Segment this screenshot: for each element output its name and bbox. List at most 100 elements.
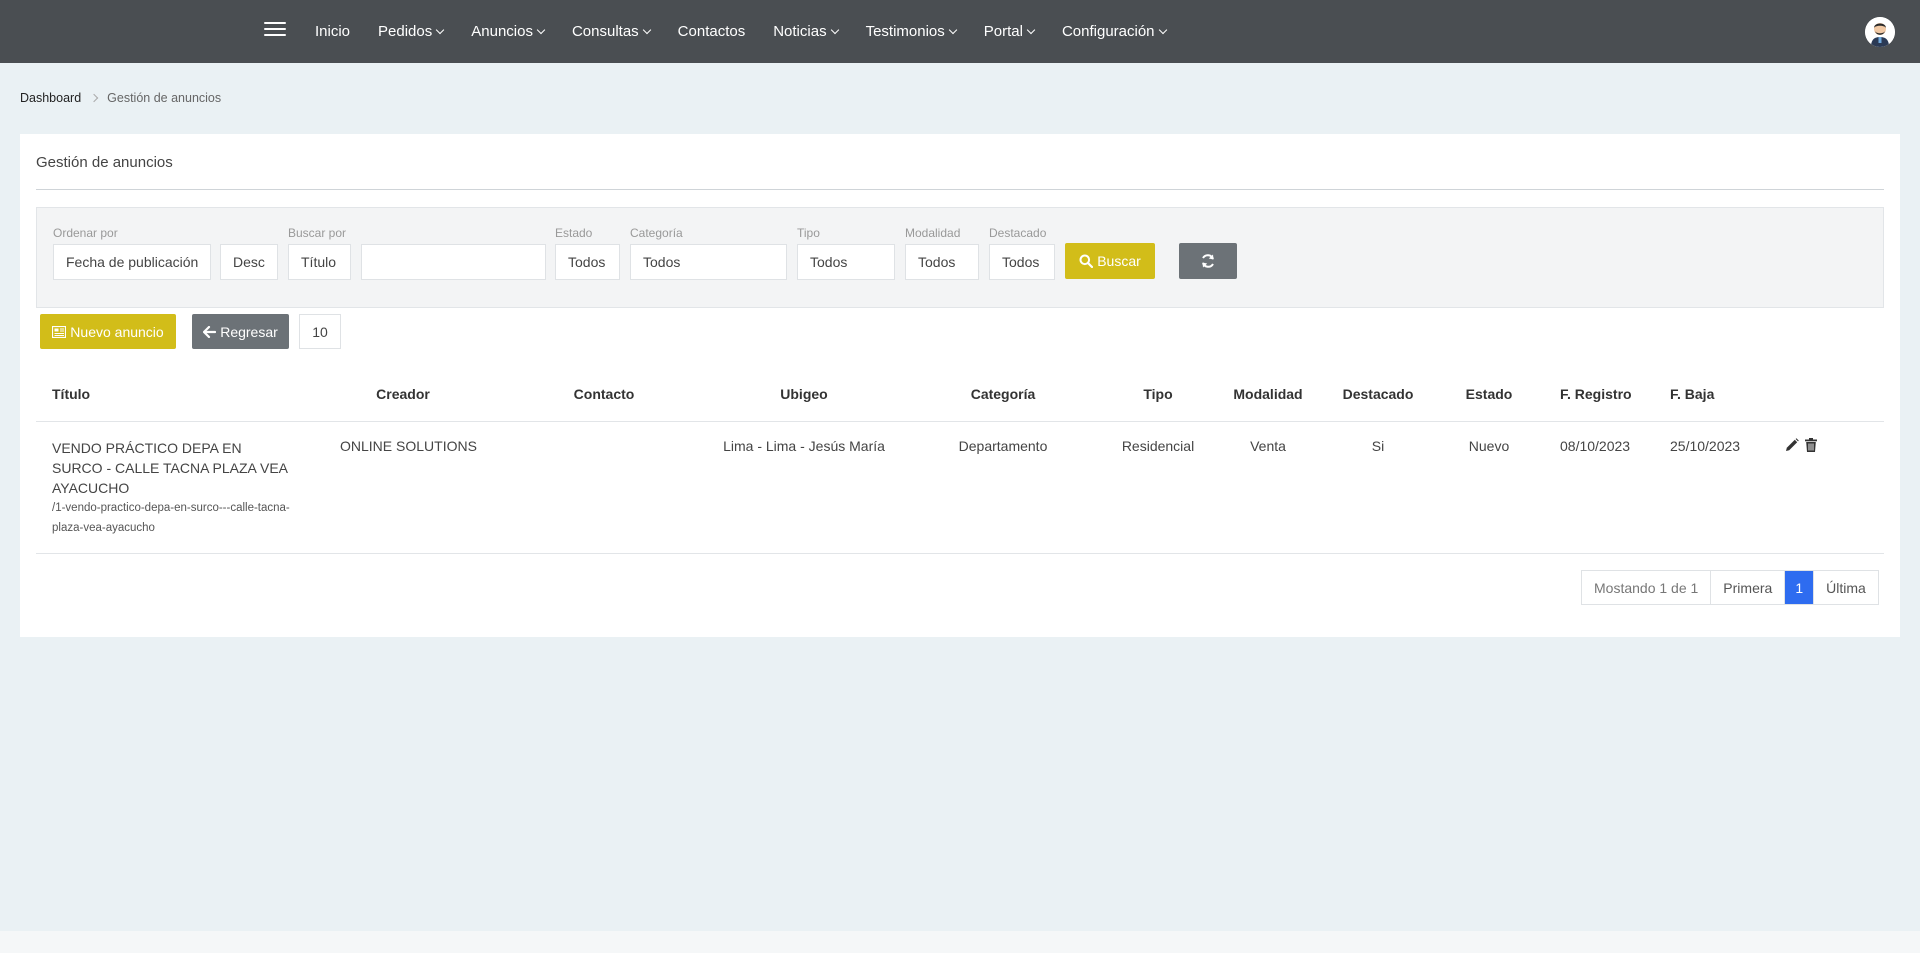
chevron-down-icon bbox=[1158, 25, 1167, 34]
nav-label: Noticias bbox=[773, 23, 827, 40]
cell-creador: ONLINE SOLUTIONS bbox=[340, 438, 477, 454]
filter-label-empty bbox=[220, 225, 278, 241]
divider bbox=[36, 189, 1884, 190]
estado-select[interactable]: Todos bbox=[555, 244, 620, 280]
page-title: Gestión de anuncios bbox=[36, 154, 173, 171]
user-avatar-icon[interactable] bbox=[1865, 17, 1895, 47]
col-header-ubigeo: Ubigeo bbox=[780, 386, 828, 402]
col-header-tipo: Tipo bbox=[1143, 386, 1173, 402]
nav-item-inicio[interactable]: Inicio bbox=[315, 23, 350, 40]
search-field-select[interactable]: Título bbox=[288, 244, 351, 280]
pagination-first[interactable]: Primera bbox=[1710, 571, 1785, 604]
nav-label: Anuncios bbox=[471, 23, 533, 40]
cell-ubigeo: Lima - Lima - Jesús María bbox=[723, 438, 885, 454]
edit-pencil-icon[interactable] bbox=[1785, 438, 1799, 455]
nav-label: Portal bbox=[983, 23, 1023, 40]
modalidad-select[interactable]: Todos bbox=[905, 244, 979, 280]
back-button[interactable]: Regresar bbox=[192, 314, 289, 349]
refresh-icon bbox=[1202, 254, 1214, 268]
search-input[interactable] bbox=[361, 244, 546, 280]
ad-slug: /1-vendo-practico-depa-en-surco---calle-… bbox=[52, 502, 290, 534]
order-by-select[interactable]: Fecha de publicación bbox=[53, 244, 211, 280]
search-button-label: Buscar bbox=[1097, 253, 1141, 269]
chevron-down-icon bbox=[830, 25, 839, 34]
arrow-left-icon bbox=[203, 325, 217, 338]
filter-label: Ordenar por bbox=[53, 226, 118, 240]
nav-item-contactos[interactable]: Contactos bbox=[678, 23, 746, 40]
nav-label: Inicio bbox=[315, 23, 351, 40]
tipo-select[interactable]: Todos bbox=[797, 244, 895, 280]
breadcrumb: Dashboard Gestión de anuncios bbox=[20, 91, 221, 105]
col-header-estado: Estado bbox=[1465, 386, 1513, 402]
filter-search-text bbox=[361, 225, 546, 280]
cell-f-baja: 25/10/2023 bbox=[1670, 438, 1741, 454]
cell-estado: Nuevo bbox=[1468, 438, 1510, 454]
filter-label: Destacado bbox=[989, 226, 1047, 240]
cell-f-registro: 08/10/2023 bbox=[1560, 438, 1631, 454]
newspaper-icon bbox=[52, 325, 67, 338]
col-header-destacado: Destacado bbox=[1342, 386, 1414, 402]
col-header-creador: Creador bbox=[376, 386, 430, 402]
nav-item-noticias[interactable]: Noticias bbox=[773, 23, 839, 40]
main-nav: Inicio Pedidos Anuncios Consultas Contac… bbox=[315, 0, 1194, 63]
new-ad-label: Nuevo anuncio bbox=[70, 323, 164, 340]
cell-titulo: VENDO PRÁCTICO DEPA EN SURCO - CALLE TAC… bbox=[52, 438, 292, 538]
categoria-select[interactable]: Todos bbox=[630, 244, 787, 280]
chevron-down-icon bbox=[948, 25, 958, 34]
nav-item-consultas[interactable]: Consultas bbox=[571, 23, 651, 40]
col-header-titulo: Título bbox=[52, 386, 91, 402]
nav-label: Pedidos bbox=[378, 23, 433, 40]
filter-label: Modalidad bbox=[905, 226, 961, 240]
nav-label: Consultas bbox=[571, 23, 639, 40]
chevron-right-icon bbox=[89, 93, 99, 103]
nav-item-testimonios[interactable]: Testimonios bbox=[865, 23, 958, 40]
filter-destacado: Destacado Todos bbox=[989, 225, 1055, 280]
ad-title: VENDO PRÁCTICO DEPA EN SURCO - CALLE TAC… bbox=[52, 440, 288, 496]
main-card: Gestión de anuncios Ordenar por Fecha de… bbox=[20, 134, 1900, 637]
search-button[interactable]: Buscar bbox=[1065, 243, 1155, 279]
filter-label: Buscar por bbox=[288, 226, 347, 240]
pagination-last[interactable]: Última bbox=[1813, 571, 1878, 604]
hamburger-menu-icon[interactable] bbox=[264, 22, 286, 40]
breadcrumb-current: Gestión de anuncios bbox=[107, 91, 222, 105]
breadcrumb-dashboard[interactable]: Dashboard bbox=[20, 91, 81, 105]
filter-label: Categoría bbox=[630, 226, 683, 240]
refresh-button[interactable] bbox=[1179, 243, 1237, 279]
chevron-down-icon bbox=[536, 25, 546, 34]
filter-categoria: Categoría Todos bbox=[630, 225, 787, 280]
pagination-info: Mostando 1 de 1 bbox=[1582, 571, 1711, 604]
filter-orden-dir: Desc bbox=[220, 225, 278, 280]
cell-destacado: Si bbox=[1371, 438, 1385, 454]
divider bbox=[36, 421, 1884, 422]
col-header-f-baja: F. Baja bbox=[1670, 386, 1715, 402]
search-icon bbox=[1079, 254, 1094, 268]
pagination: Mostando 1 de 1 Primera 1 Última bbox=[1581, 570, 1879, 605]
footer bbox=[0, 931, 1920, 953]
chevron-down-icon bbox=[642, 25, 651, 34]
filter-ordenar: Ordenar por Fecha de publicación bbox=[53, 225, 211, 280]
nav-item-pedidos[interactable]: Pedidos bbox=[378, 23, 445, 40]
pagination-page-current[interactable]: 1 bbox=[1784, 571, 1814, 604]
destacado-select[interactable]: Todos bbox=[989, 244, 1055, 280]
new-ad-button[interactable]: Nuevo anuncio bbox=[40, 314, 176, 349]
nav-item-configuracion[interactable]: Configuración bbox=[1061, 23, 1167, 40]
chevron-down-icon bbox=[436, 25, 445, 34]
nav-item-anuncios[interactable]: Anuncios bbox=[471, 23, 546, 40]
cell-tipo: Residencial bbox=[1121, 438, 1195, 454]
nav-item-portal[interactable]: Portal bbox=[983, 23, 1036, 40]
filter-buscar: Buscar por Título bbox=[288, 225, 351, 280]
cell-modalidad: Venta bbox=[1250, 438, 1286, 454]
cell-categoria: Departamento bbox=[958, 438, 1048, 454]
filter-modalidad: Modalidad Todos bbox=[905, 225, 979, 280]
col-header-contacto: Contacto bbox=[573, 386, 635, 402]
delete-trash-icon[interactable] bbox=[1805, 438, 1817, 455]
nav-label: Testimonios bbox=[865, 23, 945, 40]
nav-label: Configuración bbox=[1061, 23, 1155, 40]
filter-estado: Estado Todos bbox=[555, 225, 620, 280]
filter-tipo: Tipo Todos bbox=[797, 225, 895, 280]
filter-label-empty bbox=[361, 225, 546, 241]
order-direction-select[interactable]: Desc bbox=[220, 244, 278, 280]
page-size-select[interactable]: 10 bbox=[299, 314, 341, 349]
row-actions bbox=[1785, 438, 1817, 455]
filter-label: Estado bbox=[555, 226, 593, 240]
